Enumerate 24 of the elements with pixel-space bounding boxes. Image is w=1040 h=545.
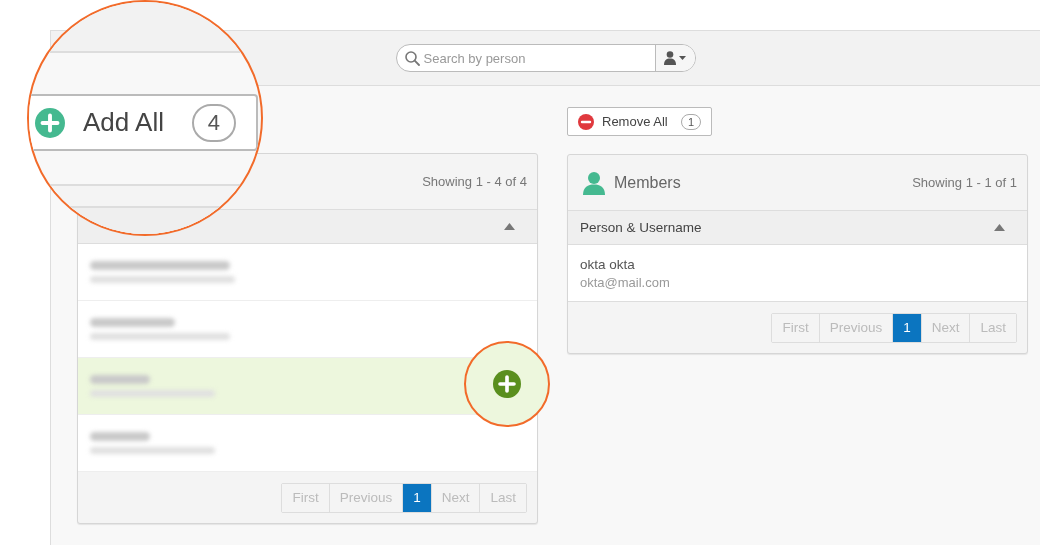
- add-icon[interactable]: [35, 107, 65, 138]
- search-icon: [404, 50, 420, 66]
- sort-up-icon[interactable]: [504, 223, 515, 230]
- person-caret-icon[interactable]: [664, 51, 686, 65]
- blurred-name: [90, 432, 150, 441]
- remove-all-button[interactable]: Remove All 1: [567, 107, 712, 136]
- blurred-name: [90, 375, 150, 384]
- person-icon: [582, 170, 606, 195]
- showing-count: Showing 1 - 1 of 1: [912, 175, 1017, 190]
- column-header[interactable]: Person & Username: [580, 220, 702, 235]
- page-button[interactable]: 1: [402, 483, 431, 512]
- remove-icon: [578, 113, 594, 130]
- showing-count: Showing 1 - 4 of 4: [422, 174, 527, 189]
- count-badge: 4: [191, 103, 236, 142]
- person-name: okta okta: [580, 256, 636, 272]
- add-icon[interactable]: [493, 370, 521, 398]
- members-title: Members: [614, 173, 681, 192]
- search-field[interactable]: Search by person: [419, 50, 655, 66]
- person-filter-dropdown[interactable]: [654, 45, 695, 71]
- search-bar[interactable]: Search by person: [395, 44, 696, 72]
- sort-up-icon[interactable]: [994, 224, 1005, 231]
- add-all-button[interactable]: Add All 4: [29, 94, 258, 151]
- person-email: okta@mail.com: [580, 274, 671, 290]
- page-button[interactable]: 1: [892, 313, 921, 342]
